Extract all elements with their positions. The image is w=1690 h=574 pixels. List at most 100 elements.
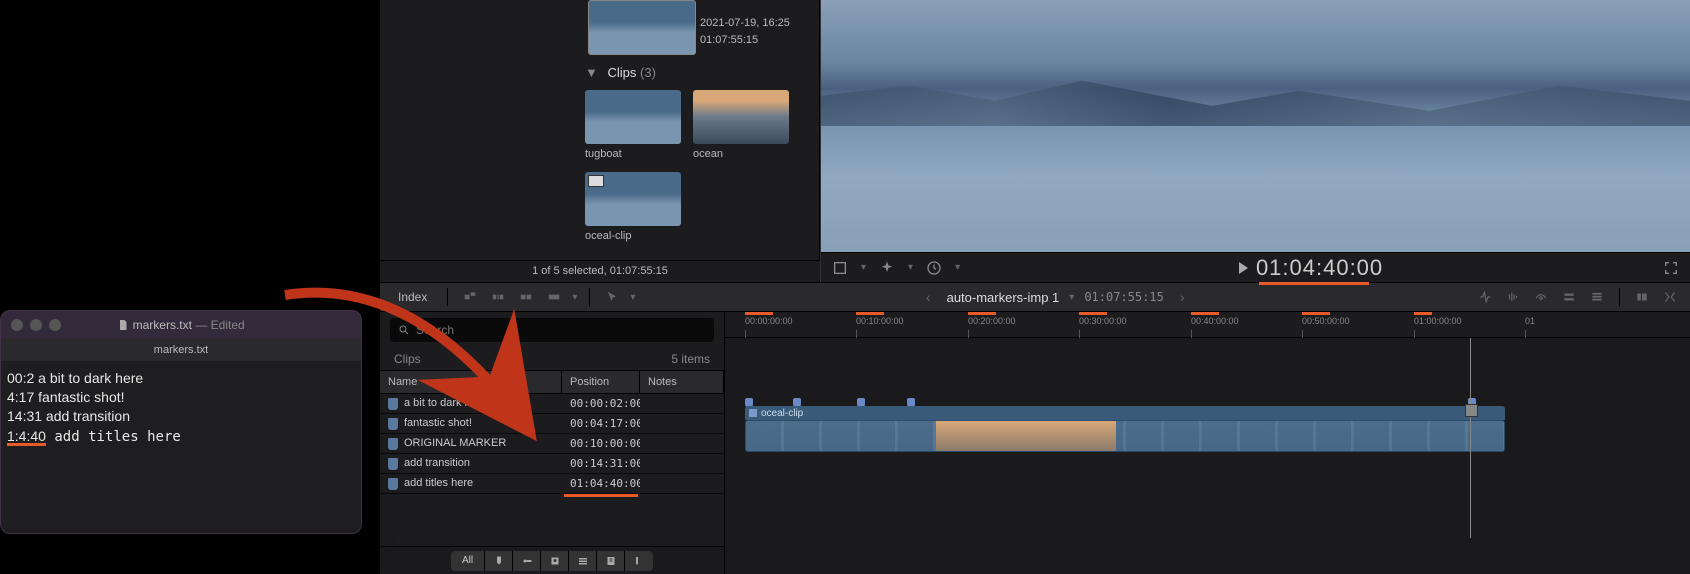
top-row: 2021-07-19, 16:25 01:07:55:15 ▼ Clips (3… [380,0,1690,282]
close-icon[interactable] [11,319,23,331]
index-table: Name Position Notes a bit to dark here 0… [380,370,724,546]
search-icon [398,324,410,336]
clip-thumbnail[interactable] [585,172,681,226]
chevron-down-icon[interactable]: ▾ [572,292,577,303]
index-search[interactable] [390,318,714,342]
clip-thumbnail[interactable] [693,90,789,144]
editor-tab[interactable]: markers.txt [1,339,361,361]
index-row[interactable]: add transition 00:14:31:00 [380,454,724,474]
project-name[interactable]: auto-markers-imp 1 [947,290,1060,305]
timeline-body[interactable]: oceal-clip [725,338,1690,538]
editor-line: 4:17 fantastic shot! [7,389,125,405]
project-badge-icon [588,175,604,187]
index-row[interactable]: add titles here 01:04:40:00 [380,474,724,494]
media-browser: 2021-07-19, 16:25 01:07:55:15 ▼ Clips (3… [380,0,820,282]
column-position[interactable]: Position [562,371,640,393]
audio-skimming-icon[interactable] [1503,289,1523,305]
clip-appearance-icon[interactable] [1632,289,1652,305]
annotation-underline [1259,282,1369,285]
ruler-orange-segment [1191,312,1219,315]
zoom-icon[interactable] [49,319,61,331]
minimize-icon[interactable] [30,319,42,331]
disclosure-triangle-icon[interactable]: ▼ [585,65,598,80]
index-row[interactable]: a bit to dark here 00:00:02:00 [380,394,724,414]
clips-count: (3) [640,65,656,80]
edited-label: Edited [211,318,245,332]
timeline[interactable]: 00:00:00:00 00:10:00:00 00:20:00:00 00:3… [725,312,1690,574]
timeline-clip[interactable] [745,420,1505,452]
filter-all-button[interactable]: All [451,551,485,571]
playhead[interactable] [1470,338,1471,538]
viewer-timecode-display[interactable]: 01:04:40:00 [1239,255,1383,281]
play-icon[interactable] [1239,262,1248,274]
viewer-image-content [821,76,1690,126]
ruler-tick: 01:00:00:00 [1414,316,1462,326]
clips-label: Clips [608,65,637,80]
chevron-down-icon[interactable]: ▾ [1069,292,1074,303]
column-name[interactable]: Name [380,371,562,393]
event-timecode: 01:07:55:15 [700,32,790,49]
timeline-back-icon[interactable]: ‹ [920,289,937,305]
index-row[interactable]: fantastic shot! 00:04:17:00 [380,414,724,434]
event-date: 2021-07-19, 16:25 [700,15,790,32]
project-duration: 01:07:55:15 [1084,290,1163,304]
row-name: a bit to dark here [404,397,487,409]
skimming-icon[interactable] [1475,289,1495,305]
overwrite-clip-icon[interactable] [544,289,564,305]
titlebar[interactable]: markers.txt — Edited [1,311,361,339]
clips-header[interactable]: ▼ Clips (3) [585,65,809,80]
timeline-zoom-icon[interactable] [1660,289,1680,305]
clip-item[interactable]: oceal-clip [585,172,681,242]
row-position: 00:04:17:00 [562,414,640,433]
event-thumbnail[interactable] [588,0,696,55]
retime-icon[interactable] [925,259,943,277]
solo-icon[interactable] [1531,289,1551,305]
index-item-count: 5 items [671,352,710,366]
index-subheader: Clips 5 items [380,348,724,370]
document-icon [117,319,129,331]
column-notes[interactable]: Notes [640,371,724,393]
clip-thumbnail[interactable] [585,90,681,144]
viewer-panel: ▾ ▾ ▾ 01:04:40:00 [820,0,1690,282]
chevron-down-icon[interactable]: ▾ [861,262,866,273]
clip-label: ocean [693,148,789,160]
chevron-down-icon[interactable]: ▾ [908,262,913,273]
connect-clip-icon[interactable] [460,289,480,305]
filter-analysis-icon[interactable] [541,551,569,571]
fullscreen-icon[interactable] [1662,259,1680,277]
timeline-ruler[interactable]: 00:00:00:00 00:10:00:00 00:20:00:00 00:3… [725,312,1690,338]
transform-icon[interactable] [831,259,849,277]
chevron-down-icon[interactable]: ▾ [955,262,960,273]
index-row[interactable]: ORIGINAL MARKER 00:10:00:00 [380,434,724,454]
clip-item[interactable]: ocean [693,90,789,160]
filter-caption-icon[interactable] [625,551,653,571]
lane-view-icon[interactable] [1587,289,1607,305]
filter-todo-icon[interactable] [569,551,597,571]
browser-status-line: 1 of 5 selected, 01:07:55:15 [380,260,820,280]
search-input[interactable] [416,323,706,337]
row-position: 01:04:40:00 [562,474,640,493]
clip-item[interactable]: tugboat [585,90,681,160]
append-clip-icon[interactable] [516,289,536,305]
editor-body[interactable]: 00:2 a bit to dark here 4:17 fantastic s… [1,361,361,454]
row-name: add transition [404,457,470,469]
insert-clip-icon[interactable] [488,289,508,305]
filter-chapter-icon[interactable] [597,551,625,571]
timeline-clip-header[interactable]: oceal-clip [745,406,1505,420]
chevron-down-icon[interactable]: ▾ [630,292,635,303]
viewer-controls: ▾ ▾ ▾ 01:04:40:00 [821,252,1690,282]
select-tool-icon[interactable] [602,289,622,305]
snapping-icon[interactable] [1559,289,1579,305]
filter-keywords-icon[interactable] [513,551,541,571]
timeline-forward-icon[interactable]: › [1174,289,1191,305]
enhance-icon[interactable] [878,259,896,277]
viewer-canvas[interactable] [821,0,1690,252]
editor-line: 00:2 a bit to dark here [7,370,143,386]
row-position: 00:00:02:00 [562,394,640,413]
index-button[interactable]: Index [390,288,435,306]
filter-markers-icon[interactable] [485,551,513,571]
marker-icon [388,438,398,450]
bottom-row: Clips 5 items Name Position Notes a bit … [380,312,1690,574]
text-editor-window[interactable]: markers.txt — Edited markers.txt 00:2 a … [0,310,362,534]
index-clips-tab[interactable]: Clips [394,352,421,366]
